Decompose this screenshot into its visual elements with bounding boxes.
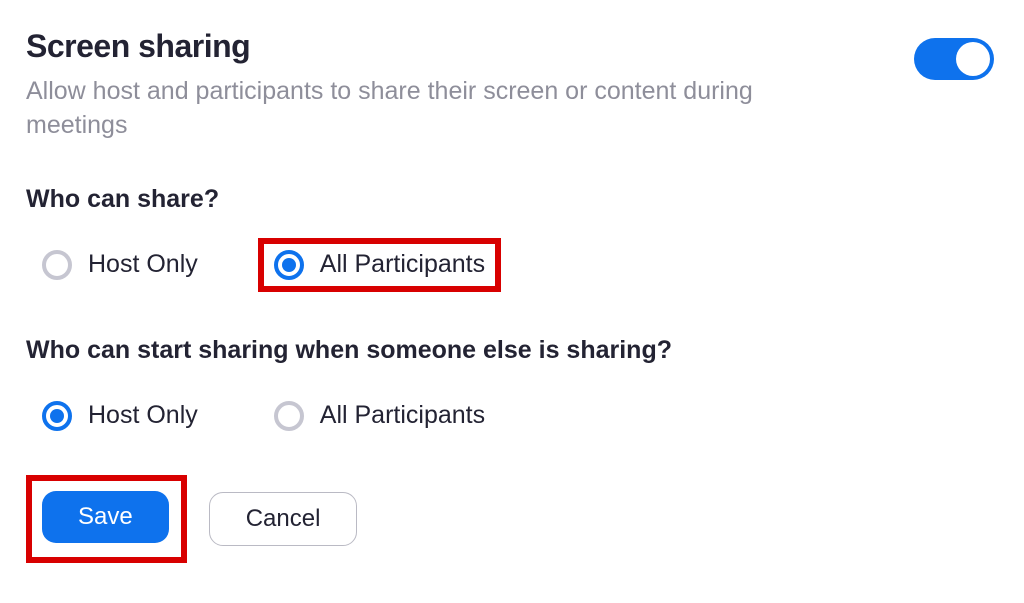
section-description: Allow host and participants to share the… — [26, 75, 806, 143]
who-can-start-host-only[interactable]: Host Only — [26, 387, 214, 445]
option-label: All Participants — [320, 401, 485, 430]
radio-icon — [42, 401, 72, 431]
cancel-button[interactable]: Cancel — [209, 492, 358, 546]
who-can-share-options: Host Only All Participants — [26, 236, 998, 294]
option-label: Host Only — [88, 401, 198, 430]
radio-icon — [274, 401, 304, 431]
who-can-start-sharing-options: Host Only All Participants — [26, 387, 998, 445]
save-button[interactable]: Save — [42, 491, 169, 543]
toggle-knob — [956, 42, 990, 76]
option-label: Host Only — [88, 250, 198, 279]
who-can-share-host-only[interactable]: Host Only — [26, 236, 214, 294]
save-highlight-box: Save — [26, 475, 187, 563]
option-label: All Participants — [320, 250, 485, 279]
who-can-start-sharing-label: Who can start sharing when someone else … — [26, 336, 998, 365]
section-title: Screen sharing — [26, 28, 806, 65]
radio-icon — [274, 250, 304, 280]
who-can-start-all-participants[interactable]: All Participants — [258, 387, 501, 445]
screen-sharing-toggle[interactable] — [914, 38, 994, 80]
radio-icon — [42, 250, 72, 280]
who-can-share-all-participants[interactable]: All Participants — [258, 238, 501, 292]
who-can-share-label: Who can share? — [26, 185, 998, 214]
